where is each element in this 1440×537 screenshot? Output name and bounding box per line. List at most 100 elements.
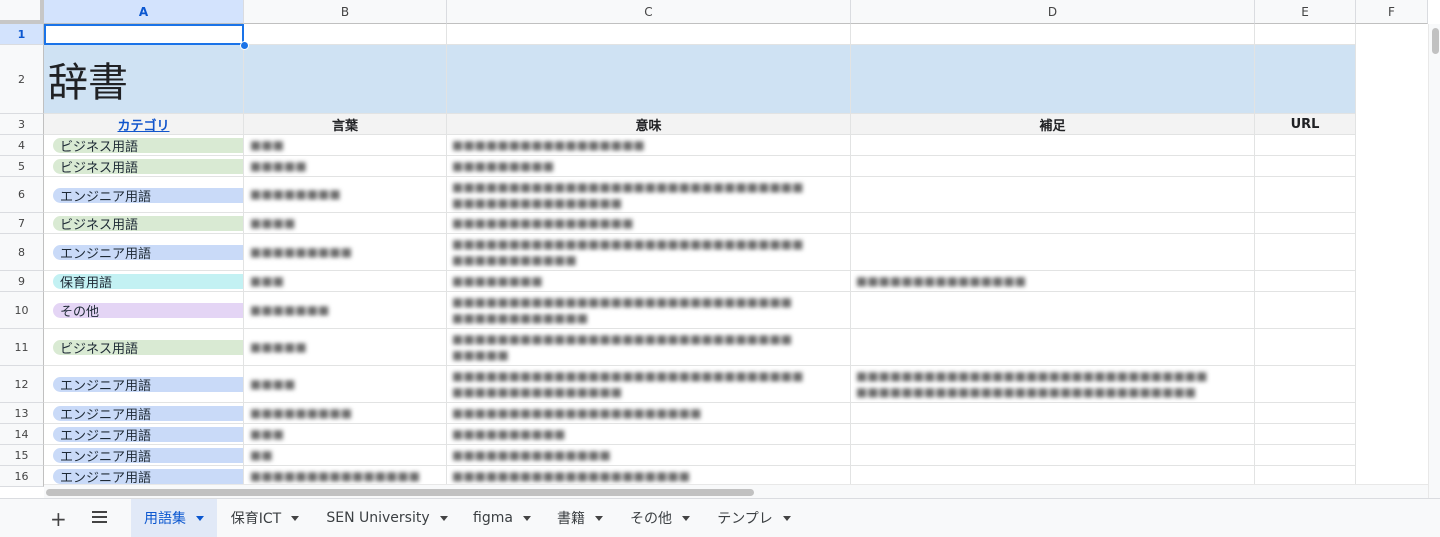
category-dropdown-chip[interactable]: ビジネス用語 — [53, 159, 243, 176]
table-cell[interactable] — [1255, 403, 1356, 424]
row-header-1[interactable]: 1 — [0, 24, 44, 45]
horizontal-scrollbar[interactable] — [44, 484, 1428, 499]
vertical-scroll-thumb[interactable] — [1432, 28, 1439, 54]
category-dropdown-chip[interactable]: エンジニア用語 — [53, 448, 243, 465]
table-cell[interactable] — [1255, 292, 1356, 329]
sheet-tab[interactable]: テンプレ — [710, 499, 798, 537]
table-cell[interactable]: エンジニア用語 — [44, 445, 244, 466]
table-cell[interactable] — [1255, 424, 1356, 445]
table-cell[interactable]: ビジネス用語 — [44, 329, 244, 366]
table-cell[interactable] — [1255, 135, 1356, 156]
table-cell[interactable] — [1255, 234, 1356, 271]
page-title[interactable]: 辞書 — [44, 45, 244, 114]
category-dropdown-chip[interactable]: エンジニア用語 — [53, 245, 243, 262]
row-header-7[interactable]: 7 — [0, 213, 44, 234]
menu-icon[interactable] — [92, 511, 107, 526]
sheet-tab[interactable]: 書籍 — [550, 499, 610, 537]
table-cell[interactable] — [851, 292, 1255, 329]
column-header-b[interactable]: B — [244, 0, 447, 24]
category-header[interactable]: カテゴリ — [44, 114, 244, 135]
category-dropdown-chip[interactable]: エンジニア用語 — [53, 377, 243, 394]
table-cell[interactable] — [851, 156, 1255, 177]
row-header-10[interactable]: 10 — [0, 292, 44, 329]
cell-c2[interactable] — [447, 45, 851, 114]
chevron-down-icon[interactable] — [439, 515, 448, 521]
table-cell[interactable]: ビジネス用語 — [44, 213, 244, 234]
sheet-tab[interactable]: その他 — [624, 499, 696, 537]
table-cell[interactable] — [851, 234, 1255, 271]
column-header-f[interactable]: F — [1356, 0, 1428, 24]
table-cell[interactable] — [244, 445, 447, 466]
row-header-6[interactable]: 6 — [0, 177, 44, 213]
cell-b2[interactable] — [244, 45, 447, 114]
row-header-2[interactable]: 2 — [0, 45, 44, 114]
column-header-e[interactable]: E — [1255, 0, 1356, 24]
row-header-5[interactable]: 5 — [0, 156, 44, 177]
select-all-corner[interactable] — [0, 0, 44, 24]
word-header[interactable]: 言葉 — [244, 114, 447, 135]
chevron-down-icon[interactable] — [196, 515, 204, 521]
table-cell[interactable]: ビジネス用語 — [44, 156, 244, 177]
table-cell[interactable]: その他 — [44, 292, 244, 329]
category-dropdown-chip[interactable]: エンジニア用語 — [53, 469, 243, 486]
table-cell[interactable] — [1255, 156, 1356, 177]
table-cell[interactable]: エンジニア用語 — [44, 366, 244, 403]
table-cell[interactable] — [851, 445, 1255, 466]
cell-b1[interactable] — [244, 24, 447, 45]
table-cell[interactable]: エンジニア用語 — [44, 403, 244, 424]
sheet-tab[interactable]: 保育ICT — [224, 499, 306, 537]
row-header-11[interactable]: 11 — [0, 329, 44, 366]
chevron-down-icon[interactable] — [522, 515, 531, 521]
cell-d2[interactable] — [851, 45, 1255, 114]
fill-handle[interactable] — [240, 41, 249, 50]
plus-icon[interactable]: + — [50, 507, 67, 531]
category-dropdown-chip[interactable]: エンジニア用語 — [53, 427, 243, 444]
spreadsheet-grid[interactable]: A B C D E F 1 2 3 4 5 6 7 8 9 10 11 12 1… — [0, 0, 1440, 499]
cell-d1[interactable] — [851, 24, 1255, 45]
category-dropdown-chip[interactable]: エンジニア用語 — [53, 188, 243, 205]
row-header-4[interactable]: 4 — [0, 135, 44, 156]
row-header-12[interactable]: 12 — [0, 366, 44, 403]
category-dropdown-chip[interactable]: ビジネス用語 — [53, 340, 243, 357]
column-header-a[interactable]: A — [44, 0, 244, 24]
row-header-13[interactable]: 13 — [0, 403, 44, 424]
sheet-tab[interactable]: 用語集 — [131, 499, 217, 537]
meaning-header[interactable]: 意味 — [447, 114, 851, 135]
table-cell[interactable] — [851, 135, 1255, 156]
url-header[interactable]: URL — [1255, 114, 1356, 135]
chevron-down-icon[interactable] — [291, 515, 300, 521]
chevron-down-icon[interactable] — [782, 515, 791, 521]
table-cell[interactable] — [1255, 271, 1356, 292]
table-cell[interactable] — [851, 403, 1255, 424]
table-cell[interactable]: エンジニア用語 — [44, 177, 244, 213]
category-dropdown-chip[interactable]: エンジニア用語 — [53, 406, 243, 423]
row-header-15[interactable]: 15 — [0, 445, 44, 466]
table-cell[interactable] — [851, 177, 1255, 213]
table-cell[interactable] — [1255, 213, 1356, 234]
table-cell[interactable] — [851, 424, 1255, 445]
table-cell[interactable] — [851, 213, 1255, 234]
row-header-9[interactable]: 9 — [0, 271, 44, 292]
table-cell[interactable]: エンジニア用語 — [44, 424, 244, 445]
cell-e1[interactable] — [1255, 24, 1356, 45]
horizontal-scroll-thumb[interactable] — [46, 489, 754, 496]
chevron-down-icon[interactable] — [682, 515, 690, 521]
table-cell[interactable] — [1255, 177, 1356, 213]
column-header-d[interactable]: D — [851, 0, 1255, 24]
chevron-down-icon[interactable] — [595, 515, 603, 521]
row-header-16[interactable]: 16 — [0, 466, 44, 487]
category-dropdown-chip[interactable]: その他 — [53, 303, 243, 320]
table-cell[interactable] — [851, 329, 1255, 366]
table-cell[interactable]: エンジニア用語 — [44, 234, 244, 271]
table-cell[interactable] — [1255, 366, 1356, 403]
row-header-14[interactable]: 14 — [0, 424, 44, 445]
table-cell[interactable]: 保育用語 — [44, 271, 244, 292]
table-cell[interactable]: ビジネス用語 — [44, 135, 244, 156]
category-dropdown-chip[interactable]: ビジネス用語 — [53, 216, 243, 233]
sheet-tab[interactable]: SEN University — [320, 499, 454, 537]
cell-e2[interactable] — [1255, 45, 1356, 114]
row-header-8[interactable]: 8 — [0, 234, 44, 271]
note-header[interactable]: 補足 — [851, 114, 1255, 135]
sheet-tab[interactable]: figma — [467, 499, 537, 537]
category-dropdown-chip[interactable]: 保育用語 — [53, 274, 243, 291]
